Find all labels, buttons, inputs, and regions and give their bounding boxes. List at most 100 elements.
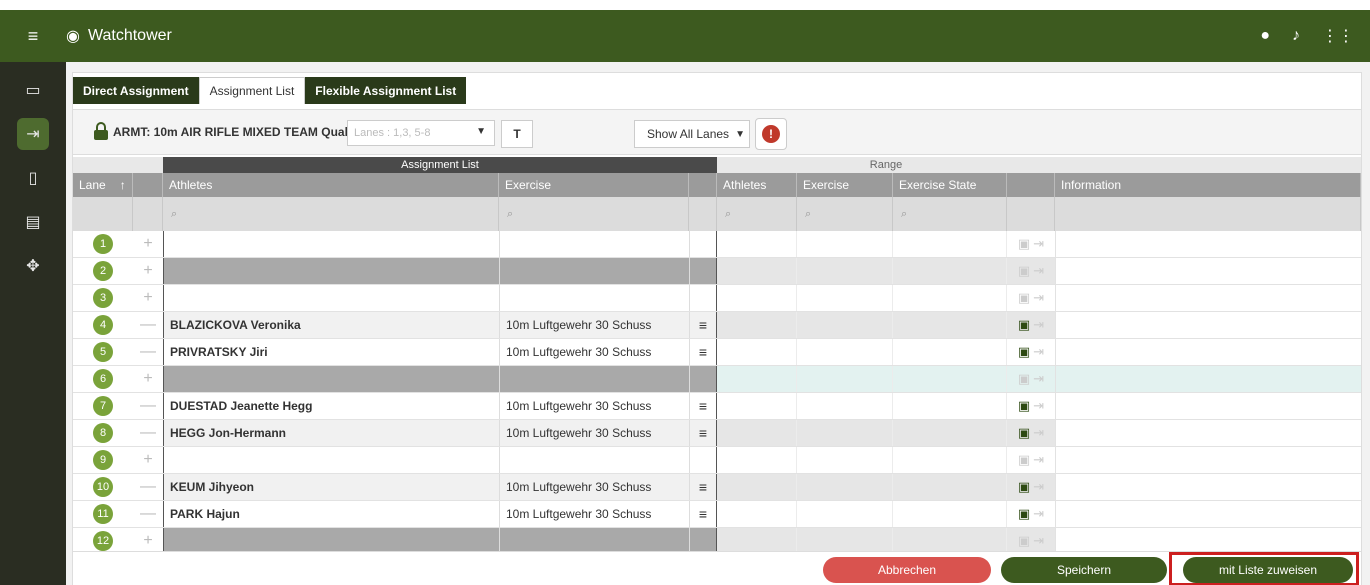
list-menu-icon[interactable]: ≡ — [699, 398, 707, 414]
exercise-cell[interactable] — [499, 285, 689, 311]
list-menu-icon[interactable]: ≡ — [699, 344, 707, 360]
monitor-icon[interactable]: ▭ — [17, 74, 49, 106]
apps-grid-icon[interactable]: ⋮⋮ — [1322, 26, 1354, 46]
table-row[interactable]: 5 — PRIVRATSKY Jiri 10m Luftgewehr 30 Schus… — [73, 339, 1361, 366]
athlete-cell[interactable]: BLAZICKOVA Veronika — [163, 312, 499, 338]
list-cell[interactable]: ≡ — [689, 339, 717, 365]
table-row[interactable]: 9 + ▣ ⇥ — [73, 447, 1361, 474]
table-row[interactable]: 12 + ▣ ⇥ — [73, 528, 1361, 551]
filter-range-athletes-search-icon[interactable]: ⌕ — [717, 197, 797, 231]
actions-cell[interactable]: ▣ ⇥ — [1007, 501, 1055, 527]
table-row[interactable]: 1 + ▣ ⇥ — [73, 231, 1361, 258]
list-cell[interactable]: ≡ — [689, 393, 717, 419]
tab-assignment-list[interactable]: Assignment List — [198, 77, 306, 104]
actions-cell[interactable]: ▣ ⇥ — [1007, 474, 1055, 500]
remove-icon[interactable]: — — [140, 478, 156, 496]
athlete-badge-icon[interactable]: ▣ — [1018, 398, 1030, 414]
table-row[interactable]: 11 — PARK Hajun 10m Luftgewehr 30 Schuss ≡ ▣ ⇥ — [73, 501, 1361, 528]
sign-cell[interactable]: + — [133, 447, 163, 473]
assignment-icon[interactable]: ⇥ — [17, 118, 49, 150]
exercise-cell[interactable] — [499, 258, 689, 284]
sign-cell[interactable]: + — [133, 366, 163, 392]
athlete-cell[interactable] — [163, 366, 499, 392]
sign-cell[interactable]: + — [133, 528, 163, 551]
exercise-cell[interactable]: 10m Luftgewehr 30 Schuss — [499, 474, 689, 500]
exercise-cell[interactable] — [499, 231, 689, 257]
add-icon[interactable]: + — [143, 262, 152, 280]
account-icon[interactable]: ● — [1260, 27, 1270, 45]
actions-cell[interactable]: ▣ ⇥ — [1007, 231, 1055, 257]
sign-cell[interactable]: + — [133, 231, 163, 257]
table-row[interactable]: 6 + ▣ ⇥ — [73, 366, 1361, 393]
actions-cell[interactable]: ▣ ⇥ — [1007, 528, 1055, 551]
list-cell[interactable] — [689, 231, 717, 257]
athlete-cell[interactable] — [163, 258, 499, 284]
list-cell[interactable]: ≡ — [689, 420, 717, 446]
actions-cell[interactable]: ▣ ⇥ — [1007, 285, 1055, 311]
col-range-athletes[interactable]: Athletes — [717, 173, 797, 197]
filter-range-exercise-search-icon[interactable]: ⌕ — [797, 197, 893, 231]
actions-cell[interactable]: ▣ ⇥ — [1007, 339, 1055, 365]
exercise-cell[interactable] — [499, 366, 689, 392]
list-cell[interactable] — [689, 528, 717, 551]
athlete-cell[interactable] — [163, 447, 499, 473]
athlete-badge-icon[interactable]: ▣ — [1018, 371, 1030, 387]
transfer-icon[interactable]: ⇥ — [1033, 344, 1044, 360]
filter-exercise-state-search-icon[interactable]: ⌕ — [893, 197, 1007, 231]
athlete-cell[interactable]: HEGG Jon-Hermann — [163, 420, 499, 446]
transfer-icon[interactable]: ⇥ — [1033, 506, 1044, 522]
athlete-cell[interactable] — [163, 231, 499, 257]
transfer-icon[interactable]: ⇥ — [1033, 236, 1044, 252]
exercise-cell[interactable] — [499, 528, 689, 551]
list-cell[interactable] — [689, 258, 717, 284]
col-range-exercise[interactable]: Exercise — [797, 173, 893, 197]
lock-icon[interactable] — [93, 122, 111, 140]
athlete-cell[interactable]: PRIVRATSKY Jiri — [163, 339, 499, 365]
athlete-badge-icon[interactable]: ▣ — [1018, 263, 1030, 279]
athlete-cell[interactable] — [163, 528, 499, 551]
add-icon[interactable]: + — [143, 235, 152, 253]
list-cell[interactable] — [689, 285, 717, 311]
lanes-select[interactable]: Lanes : 1,3, 5-8 ▼ — [347, 120, 495, 146]
athlete-badge-icon[interactable]: ▣ — [1018, 425, 1030, 441]
remove-icon[interactable]: — — [140, 397, 156, 415]
notification-bell-icon[interactable]: ♪ — [1292, 27, 1300, 45]
transfer-icon[interactable]: ⇥ — [1033, 425, 1044, 441]
tab-direct-assignment[interactable]: Direct Assignment — [73, 77, 199, 104]
cancel-button[interactable]: Abbrechen — [823, 557, 991, 583]
show-lanes-select[interactable]: Show All Lanes ▼ — [634, 120, 750, 148]
list-menu-icon[interactable]: ≡ — [699, 317, 707, 333]
exercise-cell[interactable]: 10m Luftgewehr 30 Schuss — [499, 339, 689, 365]
transfer-icon[interactable]: ⇥ — [1033, 533, 1044, 549]
remove-icon[interactable]: — — [140, 424, 156, 442]
add-icon[interactable]: + — [143, 532, 152, 550]
exercise-cell[interactable]: 10m Luftgewehr 30 Schuss — [499, 312, 689, 338]
athlete-cell[interactable]: PARK Hajun — [163, 501, 499, 527]
actions-cell[interactable]: ▣ ⇥ — [1007, 312, 1055, 338]
tab-flexible-assignment-list[interactable]: Flexible Assignment List — [305, 77, 467, 104]
sign-cell[interactable]: — — [133, 393, 163, 419]
remove-icon[interactable]: — — [140, 505, 156, 523]
list-icon[interactable]: ▤ — [17, 206, 49, 238]
athlete-badge-icon[interactable]: ▣ — [1018, 236, 1030, 252]
table-row[interactable]: 2 + ▣ ⇥ — [73, 258, 1361, 285]
transfer-icon[interactable]: ⇥ — [1033, 290, 1044, 306]
actions-cell[interactable]: ▣ ⇥ — [1007, 393, 1055, 419]
athlete-badge-icon[interactable]: ▣ — [1018, 344, 1030, 360]
transfer-icon[interactable]: ⇥ — [1033, 398, 1044, 414]
remove-icon[interactable]: — — [140, 343, 156, 361]
athlete-cell[interactable] — [163, 285, 499, 311]
transfer-icon[interactable]: ⇥ — [1033, 371, 1044, 387]
transfer-icon[interactable]: ⇥ — [1033, 317, 1044, 333]
actions-cell[interactable]: ▣ ⇥ — [1007, 258, 1055, 284]
exercise-cell[interactable] — [499, 447, 689, 473]
col-exercise-state[interactable]: Exercise State — [893, 173, 1007, 197]
sign-cell[interactable]: + — [133, 258, 163, 284]
table-row[interactable]: 10 — KEUM Jihyeon 10m Luftgewehr 30 Schuss ≡… — [73, 474, 1361, 501]
actions-cell[interactable]: ▣ ⇥ — [1007, 366, 1055, 392]
actions-cell[interactable]: ▣ ⇥ — [1007, 420, 1055, 446]
athlete-badge-icon[interactable]: ▣ — [1018, 290, 1030, 306]
table-row[interactable]: 8 — HEGG Jon-Hermann 10m Luftgewehr 30 Schu… — [73, 420, 1361, 447]
athlete-badge-icon[interactable]: ▣ — [1018, 533, 1030, 549]
list-menu-icon[interactable]: ≡ — [699, 479, 707, 495]
